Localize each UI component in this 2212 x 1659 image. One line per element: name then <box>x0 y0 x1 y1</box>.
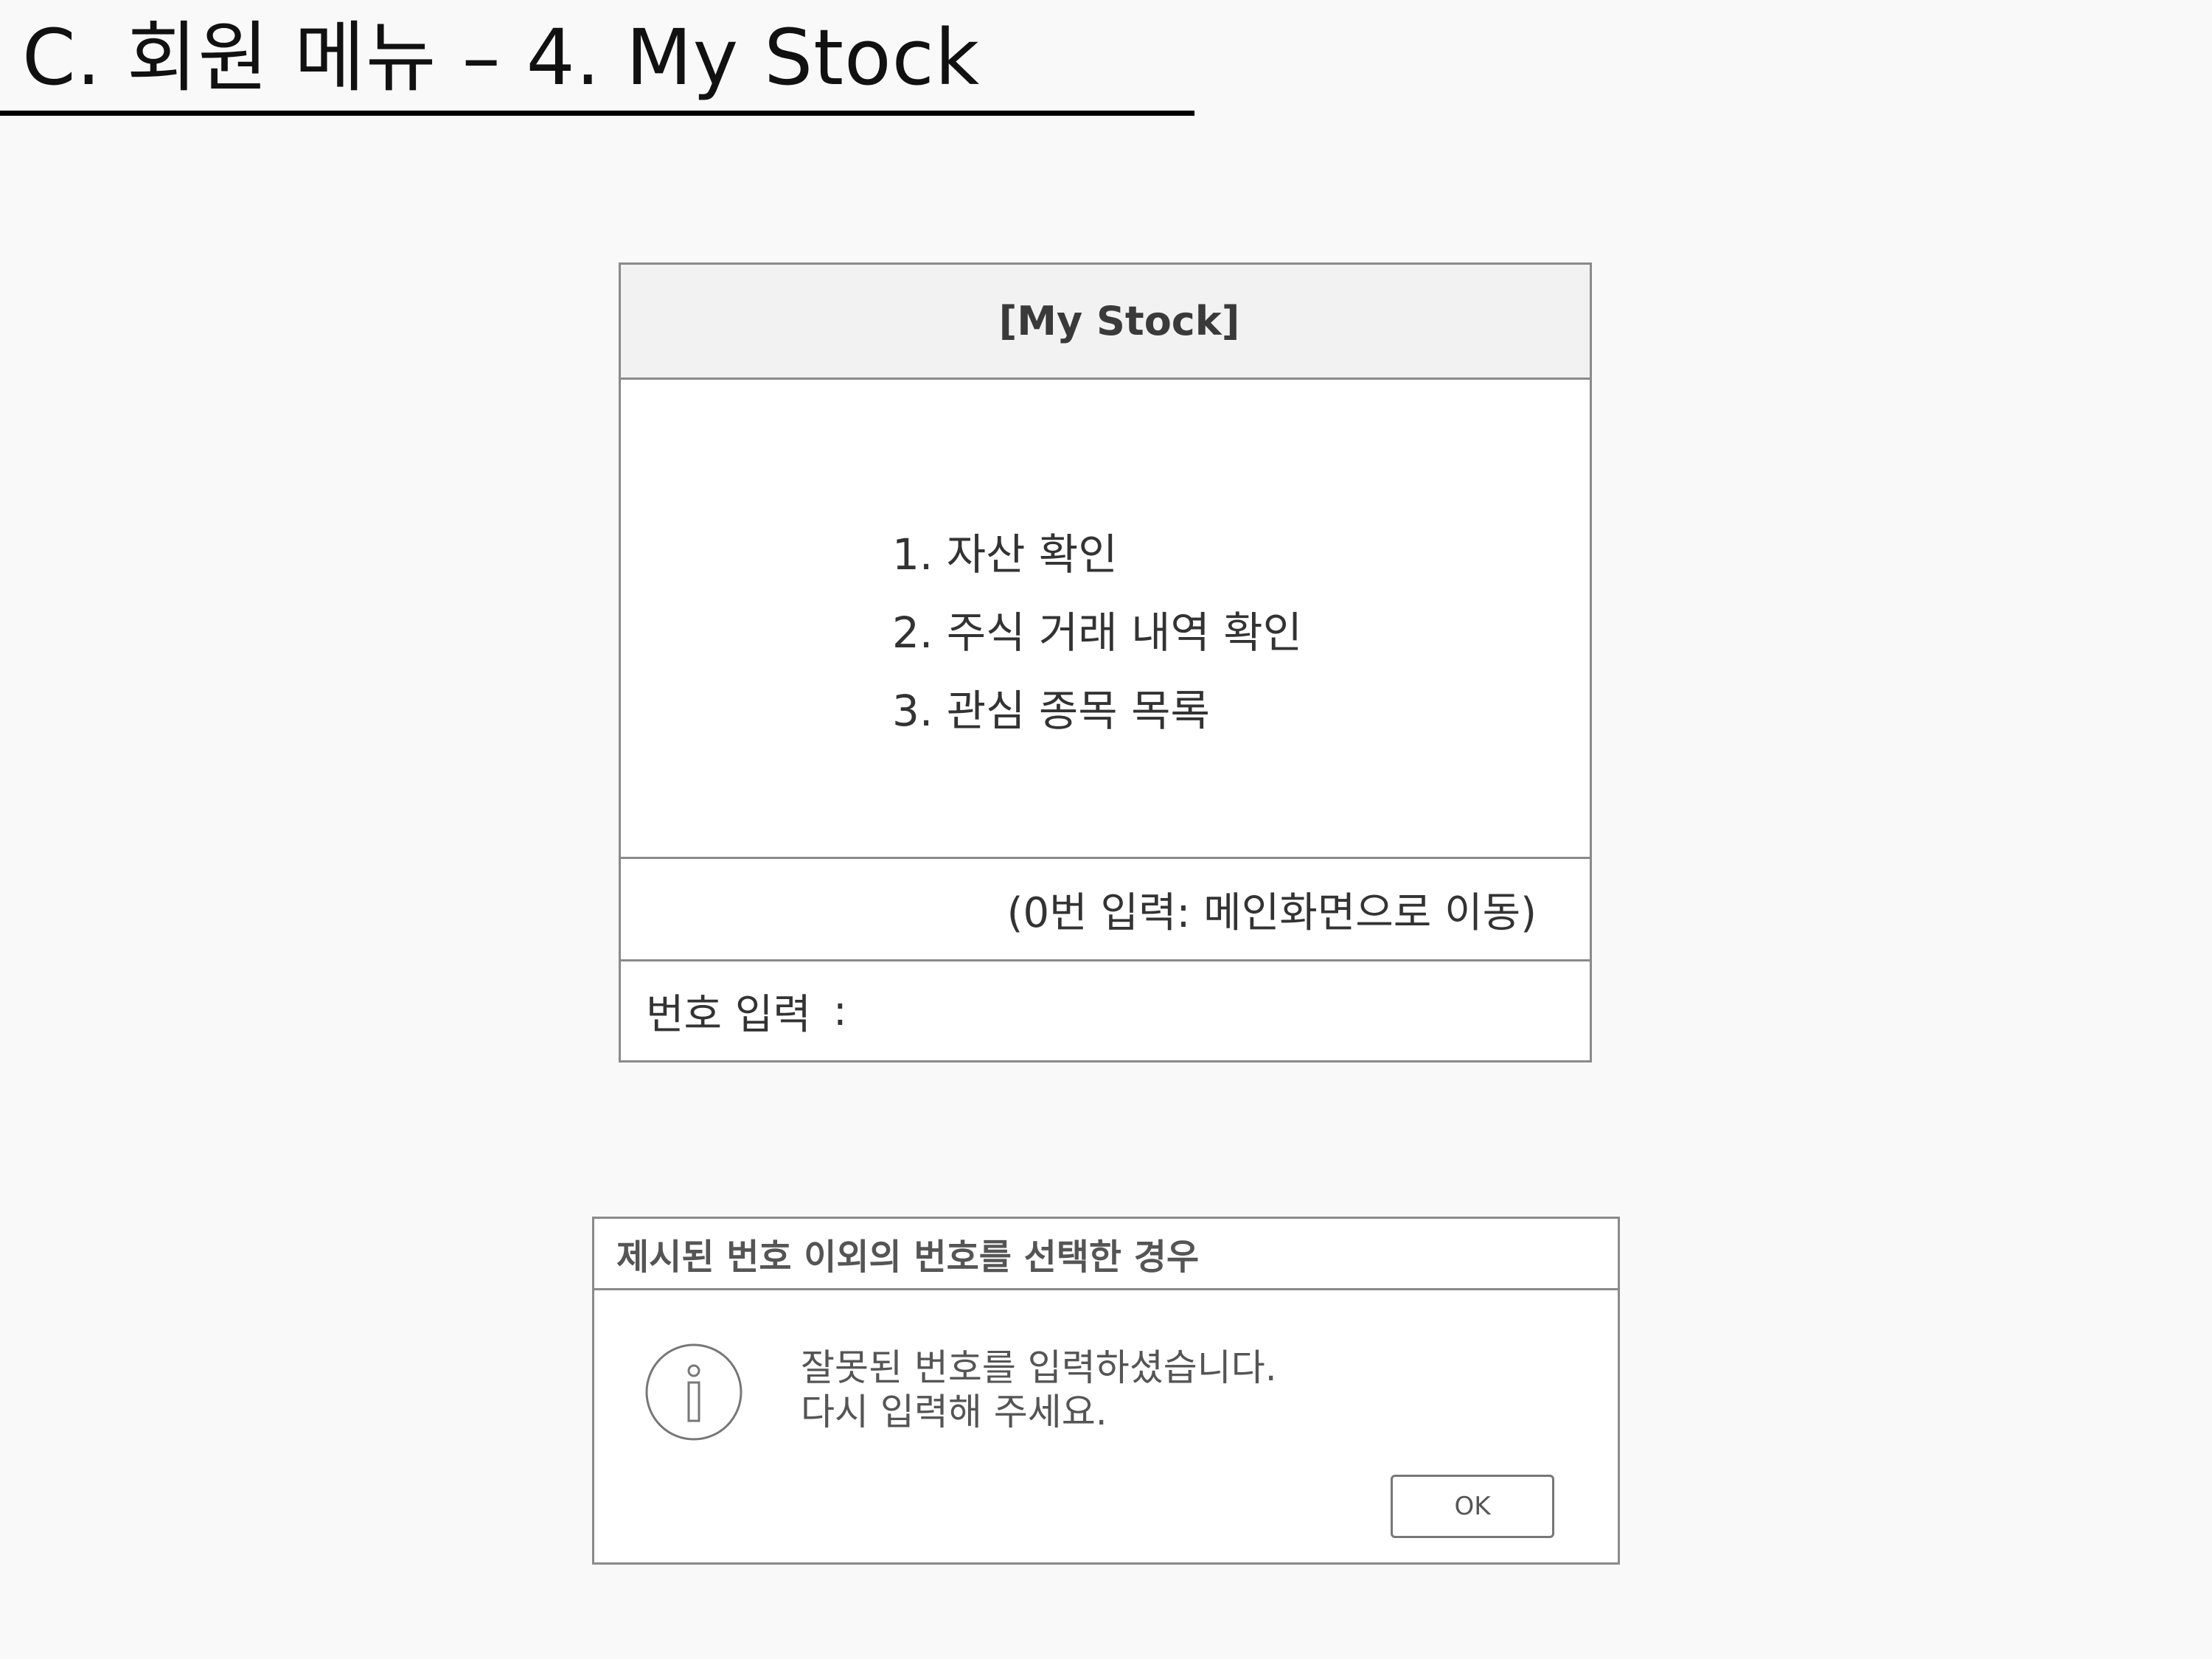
console-title: [My Stock] <box>998 298 1240 344</box>
number-input-colon: : <box>832 987 847 1035</box>
ok-button[interactable]: OK <box>1391 1475 1554 1538</box>
number-input-label: 번호 입력 <box>646 990 811 1039</box>
dialog-message-line-1: 잘못된 번호를 입력하셨습니다. <box>801 1346 1277 1389</box>
back-to-main-hint: (0번 입력: 메인화면으로 이동) <box>1006 888 1537 937</box>
console-header: [My Stock] <box>621 265 1590 380</box>
dialog-title: 제시된 번호 이외의 번호를 선택한 경우 <box>616 1237 1200 1278</box>
title-underline <box>0 111 1194 116</box>
number-input-row: 번호 입력 : <box>621 961 1590 1060</box>
invalid-number-dialog: 제시된 번호 이외의 번호를 선택한 경우 잘못된 번호를 입력하셨습니다. 다… <box>592 1217 1620 1565</box>
page-title: C. 회원 메뉴 – 4. My Stock <box>22 13 981 102</box>
my-stock-console-window: [My Stock] 1. 자산 확인 2. 주식 거래 내역 확인 3. 관심… <box>619 262 1592 1062</box>
menu-list: 1. 자산 확인 2. 주식 거래 내역 확인 3. 관심 종목 목록 <box>621 380 1590 857</box>
menu-item-watchlist[interactable]: 3. 관심 종목 목록 <box>892 676 1210 738</box>
info-icon <box>645 1343 742 1441</box>
dialog-message-line-2: 다시 입력해 주세요. <box>801 1391 1107 1433</box>
menu-item-trade-history[interactable]: 2. 주식 거래 내역 확인 <box>892 598 1302 660</box>
dialog-header: 제시된 번호 이외의 번호를 선택한 경우 <box>594 1219 1618 1290</box>
menu-item-asset-check[interactable]: 1. 자산 확인 <box>892 520 1118 582</box>
console-hint-row: (0번 입력: 메인화면으로 이동) <box>621 857 1590 961</box>
dialog-message: 잘못된 번호를 입력하셨습니다. 다시 입력해 주세요. <box>801 1346 1277 1434</box>
number-input-field[interactable] <box>855 981 1560 1041</box>
